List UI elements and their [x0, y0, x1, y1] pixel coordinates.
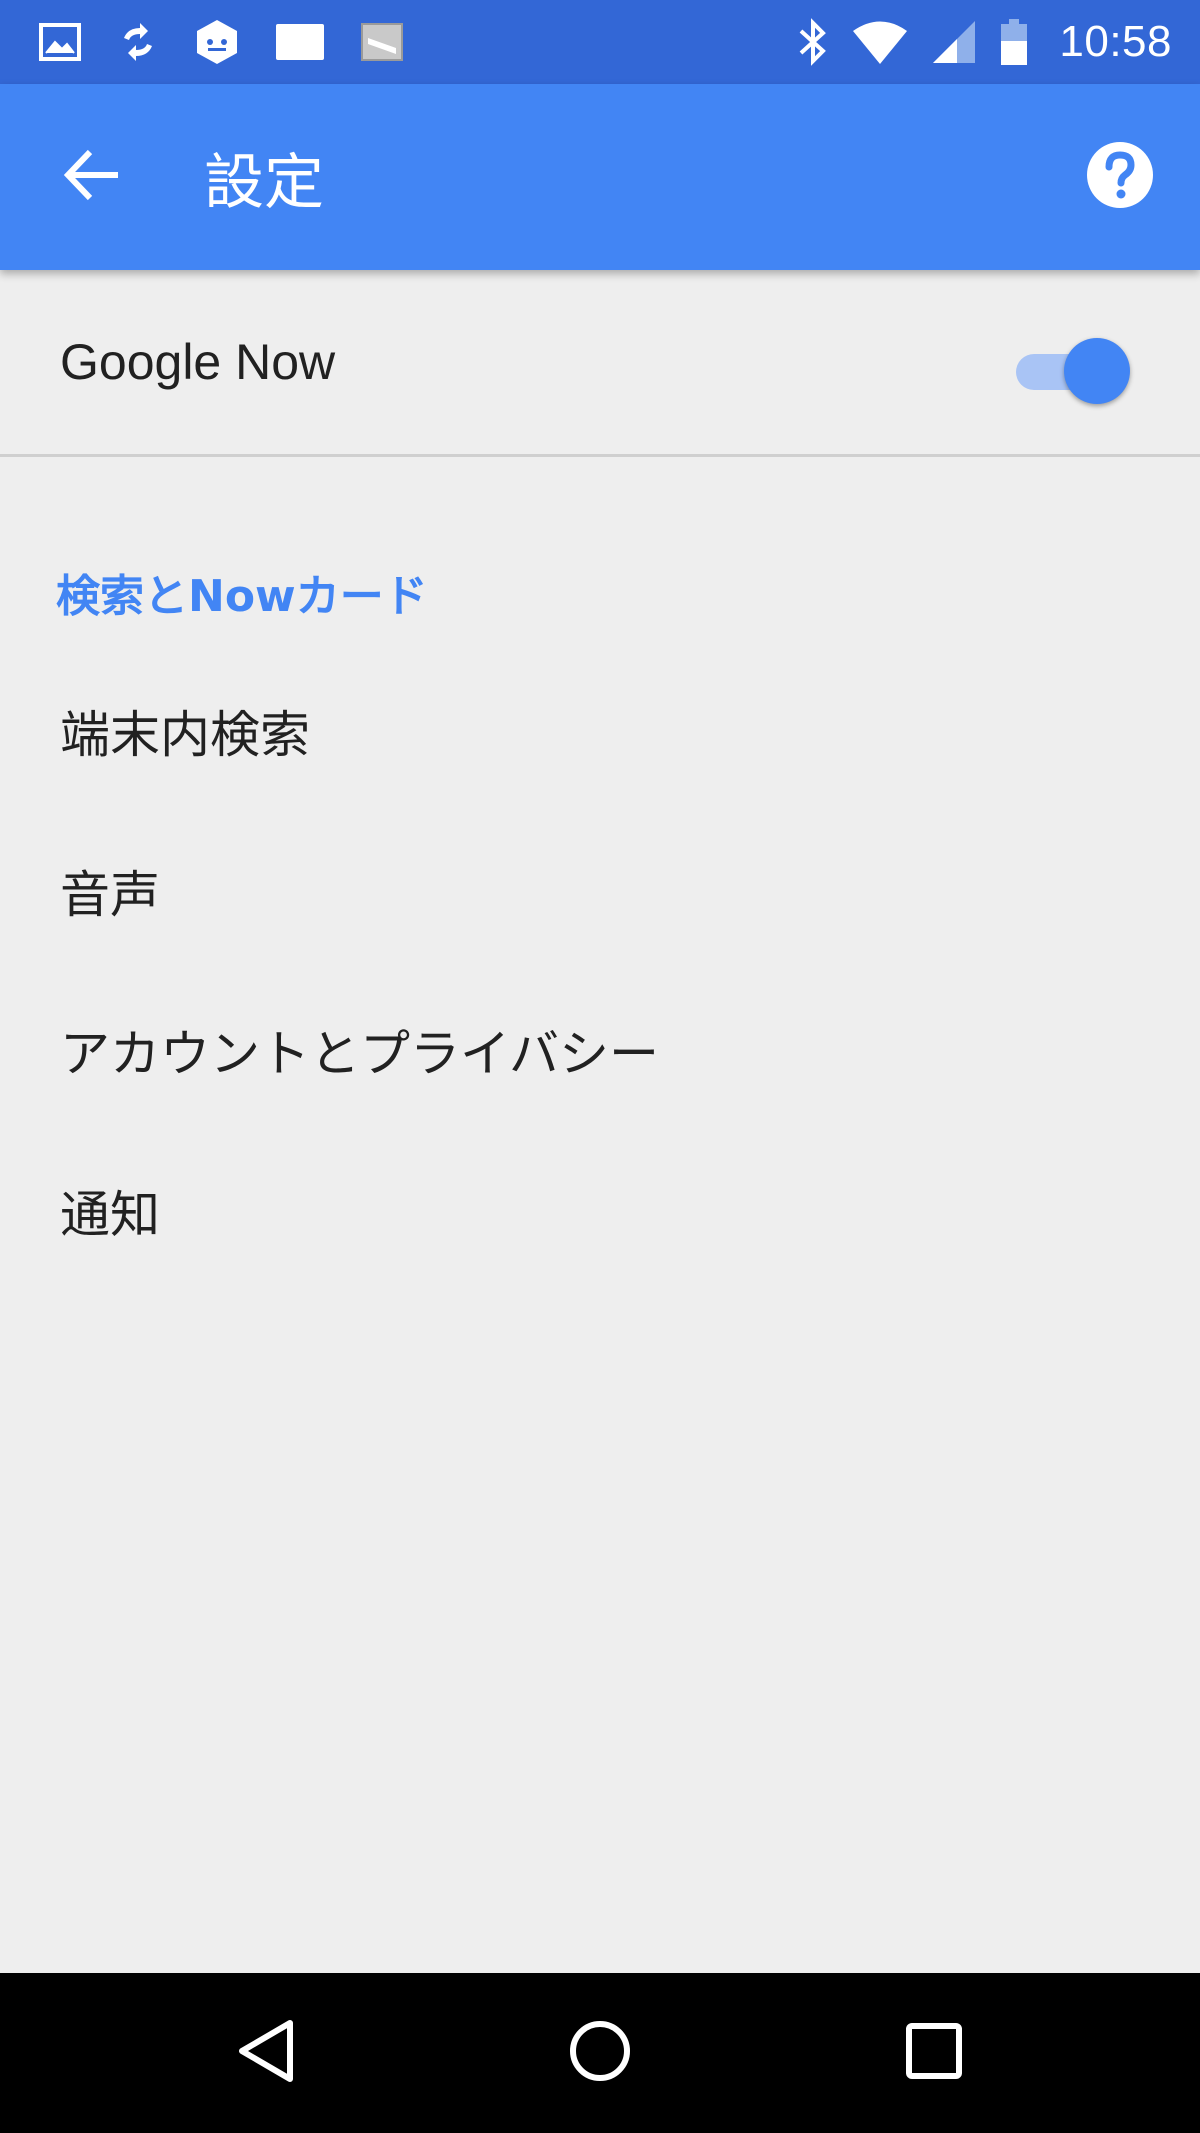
menu-item-label: 通知 — [60, 1186, 160, 1244]
photo-app-icon — [360, 22, 404, 62]
recents-square-icon — [904, 2021, 964, 2085]
cell-signal-icon — [931, 19, 977, 65]
google-now-row[interactable]: Google Now — [0, 270, 1200, 457]
clock: 10:58 — [1059, 17, 1172, 66]
back-button[interactable] — [44, 129, 140, 225]
nav-back-button[interactable] — [216, 2003, 316, 2103]
settings-screen: 10:58 設定 Google Now 検索とNowカード 端末内検索 音声 ア… — [0, 0, 1200, 2133]
bluetooth-icon — [797, 17, 829, 67]
status-bar: 10:58 — [0, 0, 1200, 84]
page-title: 設定 — [204, 147, 324, 218]
help-icon — [1085, 140, 1155, 214]
menu-item-device-search[interactable]: 端末内検索 — [0, 656, 1200, 806]
switch-thumb — [1064, 338, 1130, 404]
hexagon-app-icon — [194, 18, 240, 66]
nav-home-button[interactable] — [550, 2003, 650, 2103]
system-icons: 10:58 — [797, 0, 1172, 84]
image-icon — [38, 22, 82, 62]
menu-item-account-privacy[interactable]: アカウントとプライバシー — [0, 975, 1200, 1125]
arrow-back-icon — [62, 148, 122, 206]
google-now-switch[interactable] — [1012, 338, 1132, 404]
section-header: 検索とNowカード — [56, 571, 428, 622]
menu-item-voice[interactable]: 音声 — [0, 816, 1200, 966]
nav-recents-button[interactable] — [884, 2003, 984, 2103]
app-bar: 設定 — [0, 84, 1200, 270]
back-triangle-icon — [234, 2018, 298, 2088]
navigation-bar — [0, 1973, 1200, 2133]
home-circle-icon — [567, 2018, 633, 2088]
menu-item-label: 端末内検索 — [60, 706, 310, 764]
google-now-label: Google Now — [60, 334, 336, 390]
help-button[interactable] — [1080, 137, 1160, 217]
notification-icons — [38, 0, 404, 84]
battery-icon — [999, 17, 1029, 67]
menu-item-label: 音声 — [60, 866, 160, 924]
menu-item-notifications[interactable]: 通知 — [0, 1136, 1200, 1286]
message-icon — [274, 22, 326, 62]
sync-icon — [116, 20, 160, 64]
wifi-icon — [851, 18, 909, 66]
menu-item-label: アカウントとプライバシー — [60, 1025, 659, 1083]
